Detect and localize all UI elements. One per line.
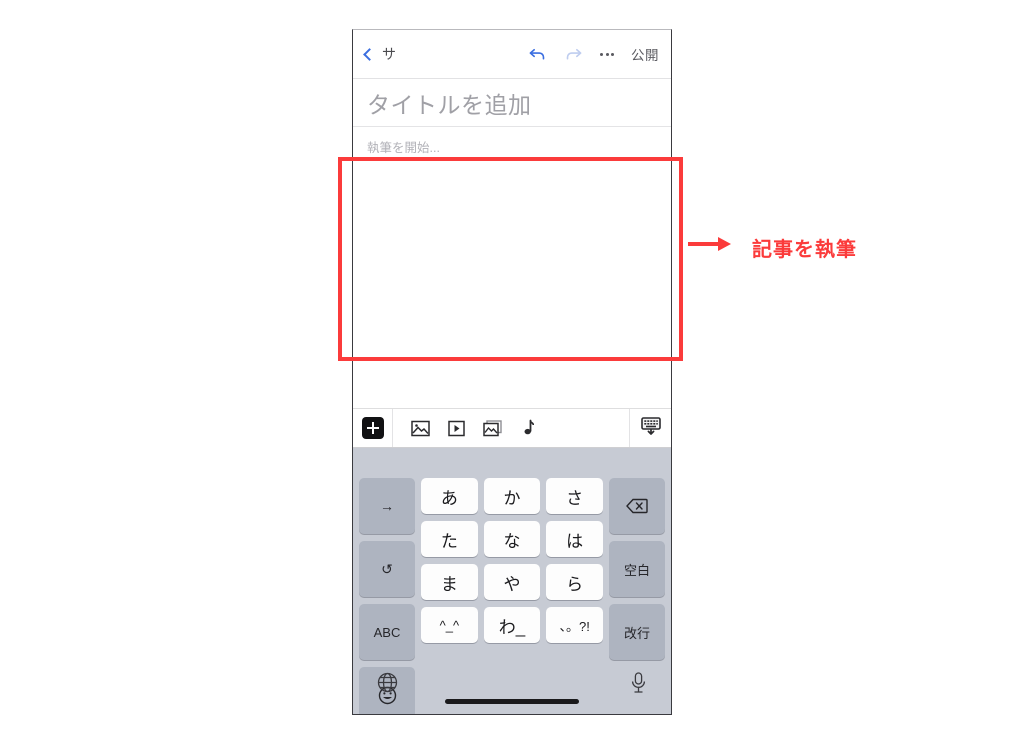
dismiss-keyboard-button[interactable] (629, 409, 671, 447)
space-key[interactable]: 空白 (609, 541, 665, 597)
annotation-arrow-icon (688, 237, 731, 251)
backspace-icon (626, 498, 648, 514)
kana-key[interactable]: あ (421, 478, 478, 514)
editor-navbar: サ 公開 (353, 30, 671, 79)
audio-note-icon[interactable] (521, 419, 534, 437)
plus-icon (361, 417, 384, 439)
annotation-label: 記事を執筆 (752, 239, 857, 261)
dot (611, 52, 614, 56)
keyboard-bottom-bar (353, 656, 671, 714)
undo-arrow-icon[interactable] (528, 46, 547, 62)
kana-key[interactable]: は (546, 521, 604, 557)
kaomoji-key[interactable]: ^_^ (421, 607, 478, 643)
body-field[interactable]: 執筆を開始... (353, 127, 671, 369)
screenshot-canvas: サ 公開 タイトルを追加 執筆を開始... → ↺ ABC あ か さ た な … (0, 0, 1024, 745)
kana-row: ま や ら (421, 564, 604, 600)
redo-arrow-icon[interactable] (564, 46, 583, 62)
kana-key[interactable]: か (483, 478, 541, 514)
kana-key[interactable]: さ (546, 478, 604, 514)
chevron-left-icon (363, 47, 376, 61)
dot (605, 52, 609, 56)
media-icons (393, 419, 534, 437)
undo-key[interactable]: ↺ (359, 541, 415, 597)
media-toolbar (353, 408, 671, 448)
kana-key[interactable]: や (483, 564, 541, 600)
kana-row: ^_^ わ_ 、。?! (421, 607, 604, 643)
abc-mode-key[interactable]: ABC (359, 604, 415, 660)
title-placeholder: タイトルを追加 (367, 91, 532, 118)
kana-row: あ か さ (421, 478, 604, 514)
cursor-right-key[interactable]: → (359, 478, 415, 534)
back-button[interactable]: サ (363, 44, 396, 64)
kana-key[interactable]: ら (546, 564, 604, 600)
keyboard-suggestion-bar[interactable] (353, 448, 671, 478)
keyboard-dismiss-icon (640, 415, 662, 442)
add-block-button[interactable] (353, 409, 393, 447)
dot (600, 52, 603, 56)
back-button-label: サ (382, 46, 396, 62)
ellipsis-icon[interactable] (600, 52, 614, 56)
navbar-actions: 公開 (528, 44, 659, 64)
image-icon[interactable] (411, 420, 430, 437)
body-placeholder: 執筆を開始... (367, 141, 440, 155)
microphone-icon[interactable] (630, 671, 647, 699)
phone-mockup: サ 公開 タイトルを追加 執筆を開始... → ↺ ABC あ か さ た な … (352, 29, 672, 715)
backspace-key[interactable] (609, 478, 665, 534)
onscreen-keyboard: → ↺ ABC あ か さ た な は ま や ら ^_^ わ_ 、。?! 空白… (353, 448, 671, 714)
kana-key[interactable]: わ_ (483, 607, 541, 643)
punctuation-key[interactable]: 、。?! (546, 607, 604, 643)
title-field[interactable]: タイトルを追加 (353, 79, 671, 127)
return-key[interactable]: 改行 (609, 604, 665, 660)
kana-key[interactable]: た (421, 521, 478, 557)
globe-icon[interactable] (377, 672, 398, 698)
body-empty-space (367, 157, 657, 369)
kana-row: た な は (421, 521, 604, 557)
publish-button[interactable]: 公開 (631, 44, 659, 64)
home-indicator (445, 699, 579, 704)
video-icon[interactable] (448, 420, 465, 437)
gallery-icon[interactable] (483, 419, 503, 437)
kana-key[interactable]: な (483, 521, 541, 557)
kana-key[interactable]: ま (421, 564, 478, 600)
